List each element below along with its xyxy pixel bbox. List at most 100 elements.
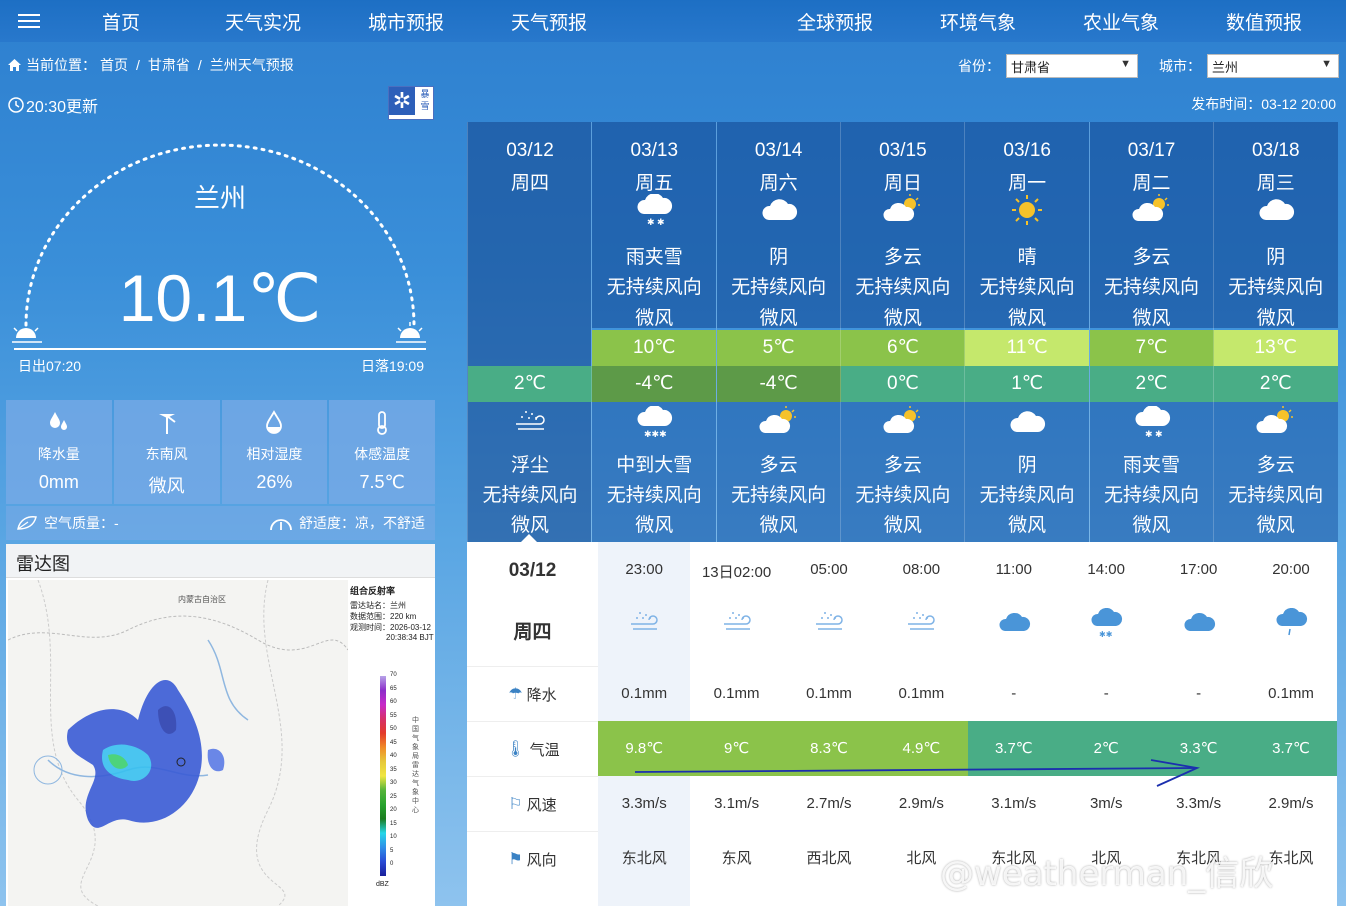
svg-text:✱✱✱: ✱✱✱ [644,429,667,439]
nav-environment[interactable]: 环境气象 [940,8,1016,35]
wind-icon [114,410,220,438]
forecast-day-4[interactable]: 03/15 周日 多云 无持续风向 微风 6℃ 0℃ 多云 无持续风向 微风 [839,122,965,542]
day-wind-direction: 无持续风向 [979,277,1075,298]
scale-label: 45 [390,739,397,746]
hourly-precip: - [1011,685,1017,702]
day-wind-direction: 无持续风向 [1228,277,1324,298]
forecast-day-1[interactable]: 03/12 周四 2℃ 浮尘 无持续风向 微风 [467,122,592,542]
low-temp: 1℃ [965,366,1090,402]
forecast-date: 03/16 [1003,140,1051,161]
night-wind-direction: 无持续风向 [1228,485,1324,506]
dust-icon [783,608,875,641]
snow-icon: ✱✱✱ [592,405,716,446]
hourly-time: 17:00 [1179,561,1218,578]
hourly-time: 08:00 [902,561,941,578]
forecast-day-2[interactable]: 03/13 周五 ✱ ✱ 雨夹雪 无持续风向 微风 10℃ -4℃ ✱✱✱ 中到大雪 无持续风向 微风 [591,122,717,542]
partly-cloudy-icon [1214,406,1338,446]
low-temp: 0℃ [840,366,965,402]
low-temp: 2℃ [1213,366,1338,402]
forecast-date: 03/14 [754,140,803,161]
forecast-day-6[interactable]: 03/17 周二 多云 无持续风向 微风 7℃ 2℃ ✱ ✱ 雨夹雪 无持续风向 微风 [1088,122,1214,542]
forecast-day-5[interactable]: 03/16 周一晴无持续风向 微风 11℃ 1℃ 阴无持续风向 微风 [964,122,1090,542]
menu-icon[interactable] [18,10,40,30]
nav-global-forecast[interactable]: 全球预报 [797,8,873,35]
breadcrumb-province[interactable]: 甘肃省 [148,55,190,75]
breadcrumb-home[interactable]: 首页 [100,55,128,75]
province-label: 省份： [958,58,1000,74]
cloud-icon [1152,608,1244,641]
forecast-date: 03/17 [1127,140,1176,161]
dust-icon [598,608,690,641]
dust-icon [468,406,592,446]
high-temp: 13℃ [1213,330,1338,366]
day-wind-force: 微风 [1132,308,1171,329]
high-temp: 7℃ [1089,330,1214,366]
nav-city-forecast[interactable]: 城市预报 [368,8,444,35]
high-temp: 6℃ [840,330,965,366]
nav-live[interactable]: 天气实况 [225,8,301,35]
scale-label: 70 [390,672,397,678]
home-icon [8,59,21,71]
current-weather-panel: 兰州 10.1℃ 日出07:20 日落19:09 [6,130,434,380]
publish-time: 发布时间：03-12 20:00 [1191,96,1336,112]
hourly-wind-direction: 东风 [721,850,752,867]
sun-icon [965,194,1089,234]
partly-cloudy-icon [717,406,841,446]
thermometer-icon: 🌡 [505,741,526,758]
night-wind-direction: 无持续风向 [731,485,827,506]
night-weather: 阴 [1017,455,1037,476]
comfort-gauge-icon [270,519,292,531]
scale-label: 50 [390,726,397,732]
drizzle-icon [1245,607,1337,645]
night-wind-force: 微风 [635,515,674,536]
hourly-wind-speed: 3m/s [1089,795,1123,812]
scale-label: 25 [390,793,397,800]
scale-label: 10 [390,834,397,840]
province-select[interactable]: 甘肃省 ▼ [1006,54,1138,78]
stat-precipitation: 降水量 0mm [6,400,112,504]
day-wind-force: 微风 [883,308,922,329]
scale-label: 30 [390,780,397,786]
city-select[interactable]: 兰州 ▼ [1207,54,1339,78]
sleet-icon: ✱ ✱ [592,193,716,234]
blizzard-warning-badge[interactable]: ✲ 暴雪 [388,86,434,120]
hourly-precip: 0.1mm [806,685,852,702]
nav-agriculture[interactable]: 农业气象 [1083,8,1159,35]
night-wind-force: 微风 [1132,515,1171,536]
row-label-wind-dir: ⚑ 风向 [467,831,598,886]
humidity-icon [222,410,328,438]
wind-direction-icon: ⚑ [508,851,523,868]
hourly-temp: 4.9℃ [875,721,968,776]
hourly-precip: - [1103,685,1109,702]
nav-numerical[interactable]: 数值预报 [1226,8,1302,35]
high-temp: 10℃ [592,330,717,366]
day-wind-force: 微风 [1256,308,1295,329]
row-label-wind-speed: ⚐ 风速 [467,776,598,831]
hourly-wind-direction: 东北风 [621,850,667,867]
forecast-day-3[interactable]: 03/14 周六阴无持续风向 微风 5℃ -4℃ 多云 无持续风向 微风 [715,122,841,542]
low-temp: -4℃ [592,366,717,402]
low-temp: 2℃ [1089,366,1214,402]
leaf-icon [17,516,37,530]
radar-legend: 组合反射率 雷达站名：兰州 数据范围：220 km 观测时间：2026-03-1… [350,586,434,888]
seven-day-forecast: 03/12 周四 2℃ 浮尘 无持续风向 微风 03/13 周五 ✱ ✱ 雨夹雪 无持续风向 微风 10… [467,122,1338,542]
day-wind-direction: 无持续风向 [855,277,951,298]
forecast-weekday: 周五 [635,173,674,194]
current-stats: 降水量 0mm 东南风 微风 相对湿度 26% 体感温度 7.5℃ [6,400,435,504]
hourly-temp: 3.7℃ [1244,721,1338,776]
night-wind-force: 微风 [883,515,922,536]
hourly-temp: 2℃ [1060,721,1153,776]
partly-cloudy-icon [841,194,965,234]
nav-home[interactable]: 首页 [102,8,140,35]
hourly-wind-direction: 西北风 [806,850,852,867]
radar-map-image[interactable]: 内蒙古自治区 [8,580,348,906]
hourly-temp: 3.3℃ [1152,721,1245,776]
nav-weather-forecast[interactable]: 天气预报 [511,8,587,35]
forecast-weekday: 周一 [1008,173,1047,194]
partly-cloudy-icon [841,406,965,446]
night-wind-direction: 无持续风向 [482,485,578,506]
hourly-labels: 03/12 周四 ☂ 降水 🌡 气温 ⚐ 风速 ⚑ 风向 [467,542,598,906]
scale-label: 35 [390,766,397,773]
dust-icon [690,608,782,641]
forecast-day-7[interactable]: 03/18 周三阴无持续风向 微风 13℃ 2℃ 多云 无持续风向 微风 [1212,122,1338,542]
